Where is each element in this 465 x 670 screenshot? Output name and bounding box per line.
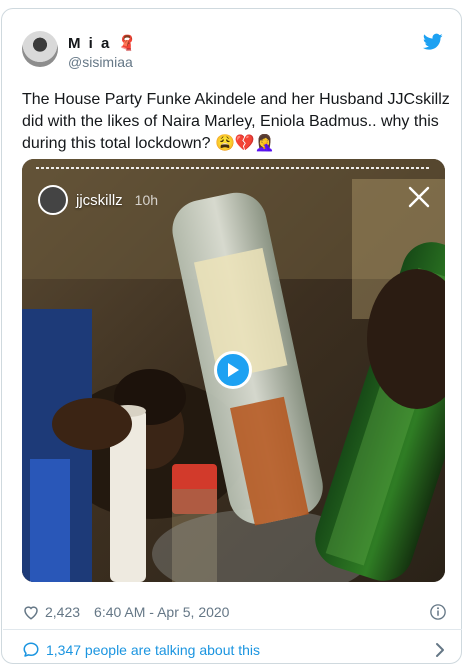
play-icon [228, 363, 239, 377]
story-progress-bar [36, 167, 430, 169]
divider [3, 629, 462, 630]
story-username: jjcskillz [76, 191, 123, 209]
author-handle[interactable]: @sisimiaa [68, 54, 133, 70]
info-icon[interactable] [429, 603, 447, 621]
display-name-text: M i a [68, 35, 112, 52]
like-count[interactable]: 2,423 [45, 604, 80, 620]
name-emoji: 🧣 [117, 35, 137, 52]
speech-bubble-icon [23, 642, 39, 657]
conversation-link[interactable]: 1,347 people are talking about this [22, 639, 447, 661]
video-media[interactable]: jjcskillz 10h [22, 159, 445, 582]
heart-icon[interactable] [22, 603, 40, 621]
story-time: 10h [134, 192, 159, 208]
story-header: jjcskillz 10h [38, 185, 158, 215]
twitter-bird-icon[interactable] [423, 33, 443, 51]
story-avatar [38, 185, 68, 215]
tweet-meta: 2,423 6:40 AM - Apr 5, 2020 [22, 601, 447, 623]
play-button[interactable] [214, 351, 252, 389]
tweet-card: M i a 🧣 @sisimiaa The House Party Funke … [1, 8, 462, 664]
chevron-right-icon [436, 643, 444, 657]
close-icon [408, 186, 430, 208]
tweet-timestamp[interactable]: 6:40 AM - Apr 5, 2020 [94, 604, 229, 620]
avatar[interactable] [22, 31, 58, 67]
conversation-text: 1,347 people are talking about this [46, 642, 261, 658]
author-display-name[interactable]: M i a 🧣 [68, 34, 136, 52]
tweet-text: The House Party Funke Akindele and her H… [22, 91, 450, 152]
